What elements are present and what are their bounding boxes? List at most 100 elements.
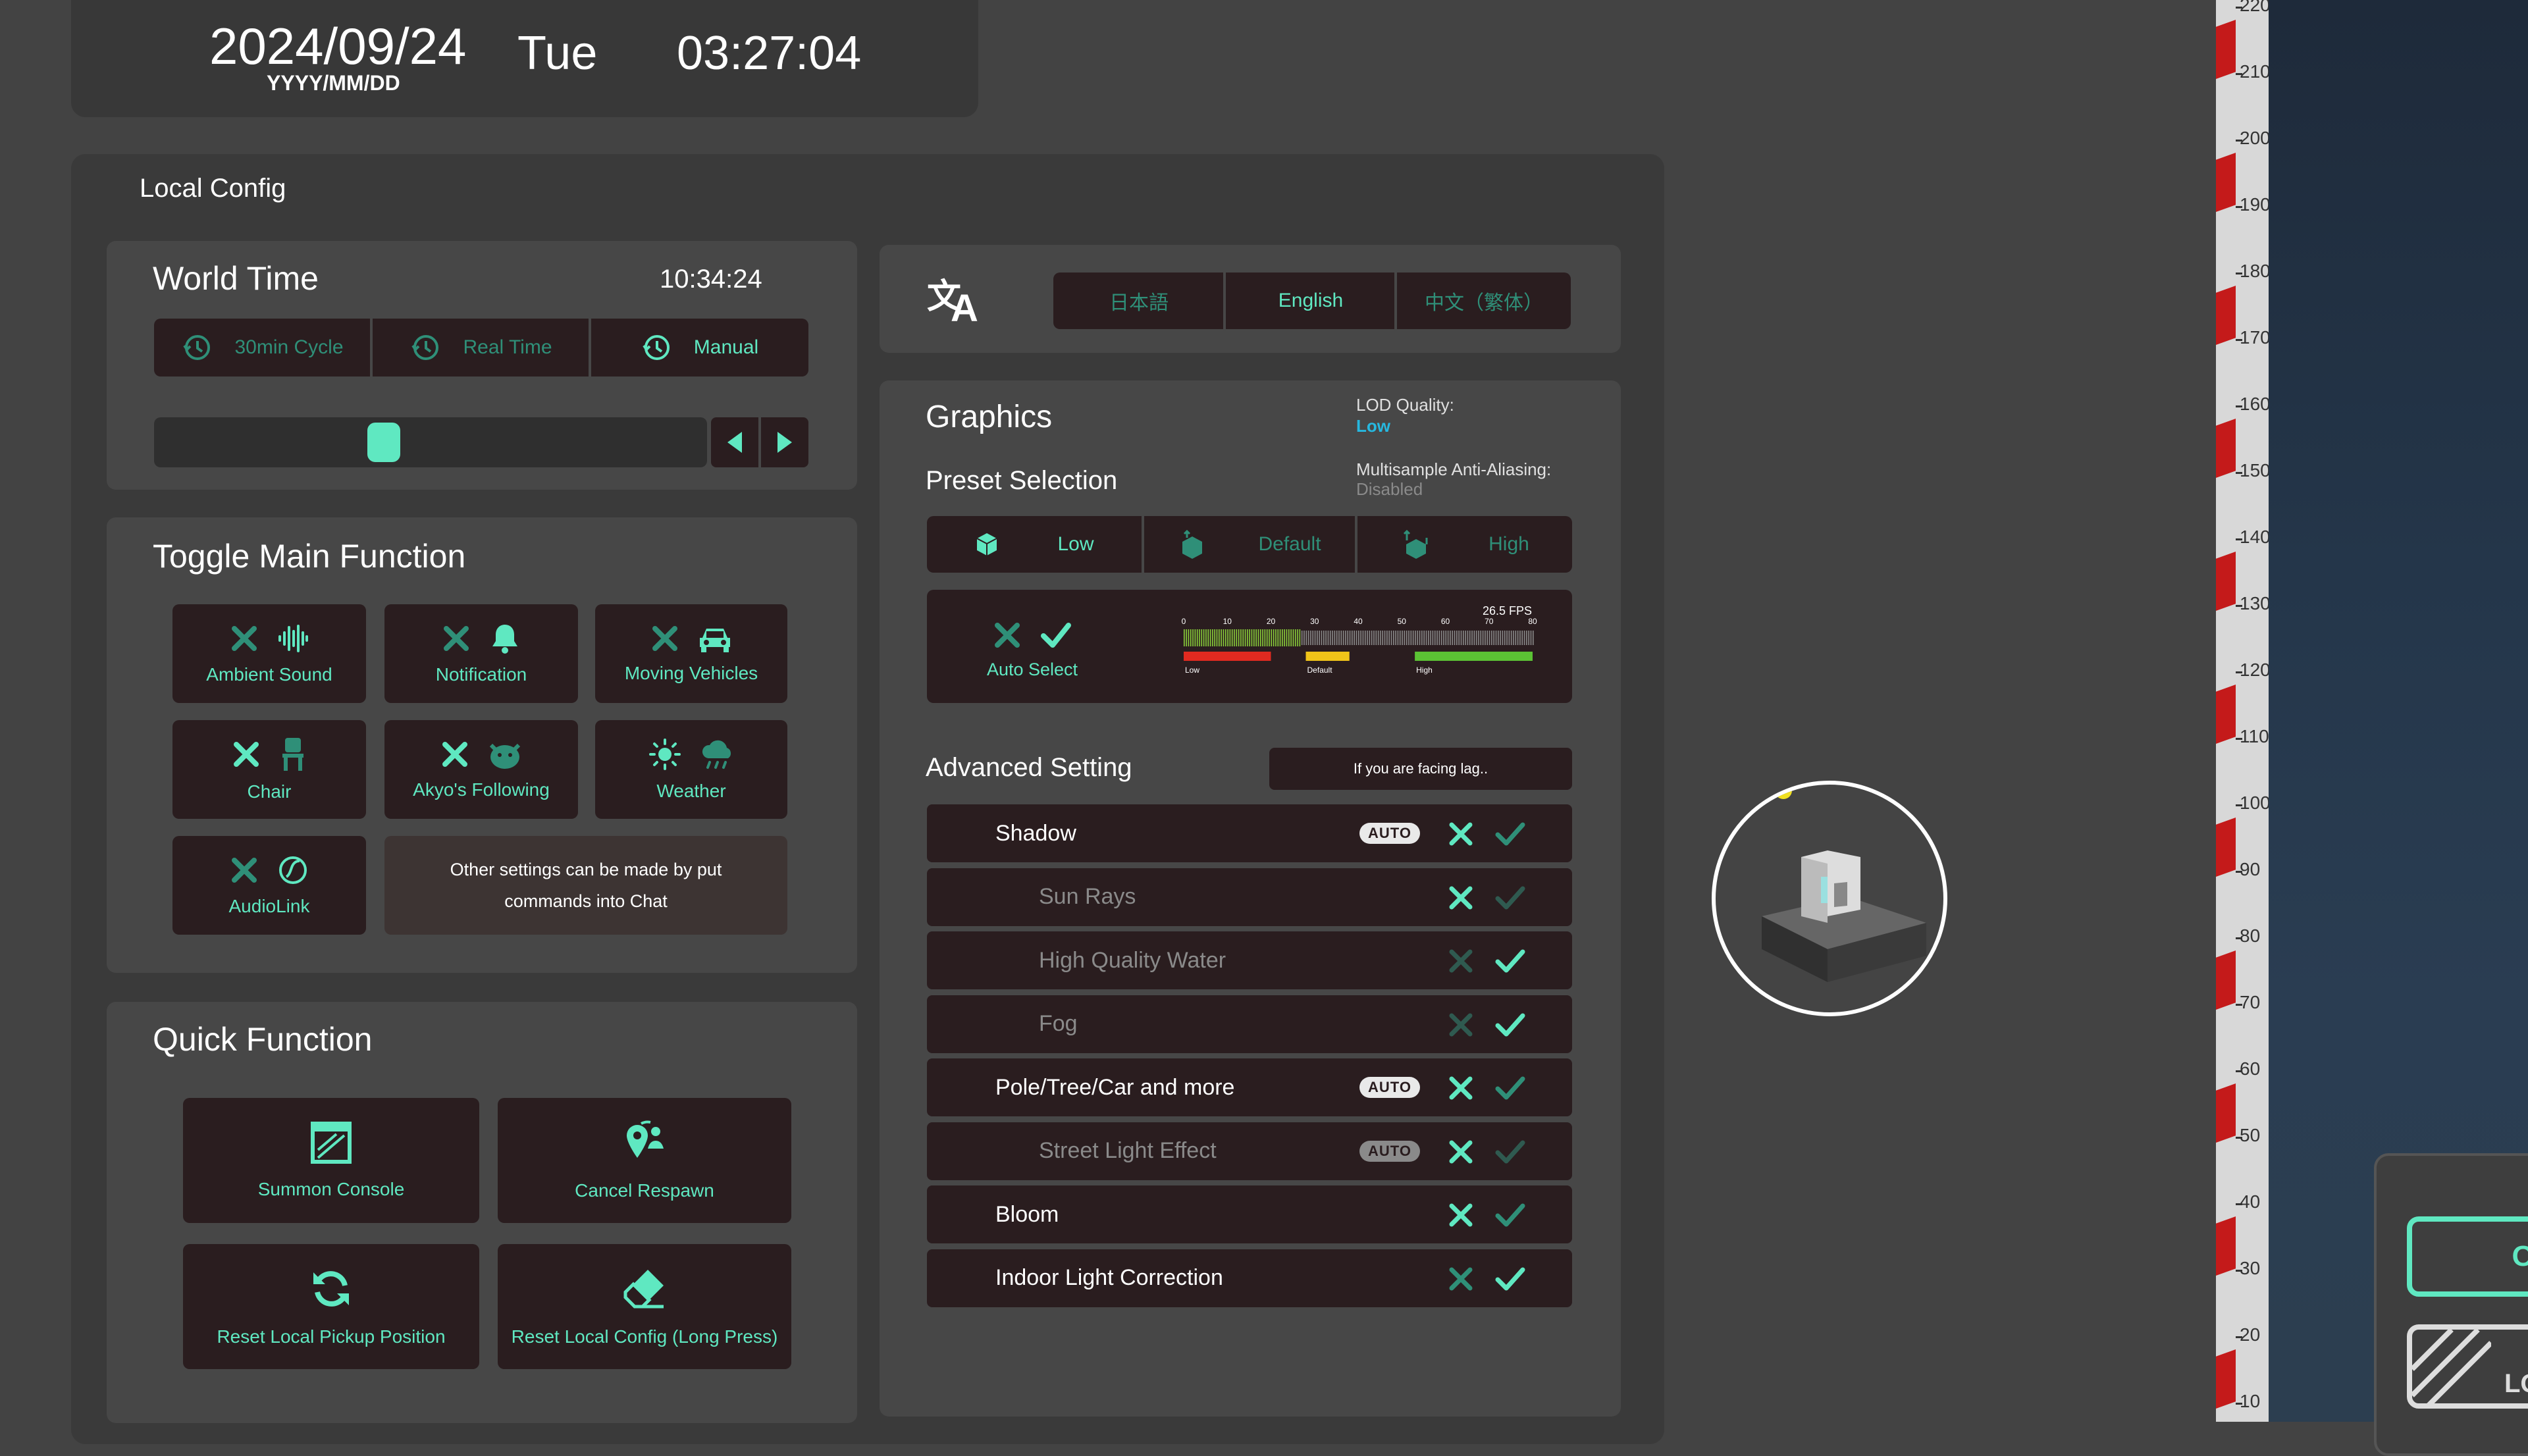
button-label: Reset Local Config (Long Press)	[511, 1326, 778, 1347]
auto-select-button[interactable]: Auto Select	[966, 607, 1098, 692]
x-icon[interactable]	[1447, 1138, 1475, 1166]
fps-bar	[1203, 629, 1205, 646]
fps-bar	[1395, 631, 1396, 645]
advanced-setting-row[interactable]: Bloom	[927, 1185, 1572, 1243]
fps-zone-label: High	[1416, 665, 1433, 675]
cube-tree-icon	[1182, 530, 1203, 559]
preset-default[interactable]: Default	[1144, 516, 1356, 573]
ruler-label: 220	[2240, 0, 2271, 15]
lag-hint-button[interactable]: If you are facing lag..	[1269, 748, 1572, 790]
check-icon[interactable]	[1494, 1011, 1526, 1039]
advanced-setting-row[interactable]: Indoor Light Correction	[927, 1249, 1572, 1307]
check-icon[interactable]	[1494, 1138, 1526, 1166]
x-icon[interactable]	[1447, 1011, 1475, 1039]
advanced-setting-row[interactable]: Fog	[927, 995, 1572, 1053]
sun-icon	[649, 739, 681, 770]
fps-bar	[1247, 629, 1248, 646]
language-panel: 文A 日本語 English 中文（繁体）	[880, 245, 1621, 353]
time-step-back-button[interactable]	[711, 417, 758, 467]
x-icon[interactable]	[1447, 884, 1475, 912]
advanced-setting-row[interactable]: Pole/Tree/Car and more AUTO	[927, 1058, 1572, 1116]
ruler-label: 170	[2240, 327, 2271, 348]
cancel-respawn-button[interactable]: Cancel Respawn	[498, 1098, 791, 1223]
world-time-panel: World Time 10:34:24 30min Cycle Real Tim…	[107, 241, 857, 490]
fps-bar	[1231, 629, 1233, 646]
ruler-label: 50	[2240, 1125, 2261, 1145]
reset-local-config-button[interactable]: Reset Local Config (Long Press)	[498, 1244, 791, 1369]
check-icon[interactable]	[1494, 1074, 1526, 1102]
fps-bar	[1227, 629, 1228, 646]
fps-tick-label: 0	[1182, 617, 1186, 626]
clock-history-icon	[182, 332, 212, 363]
advanced-setting-row[interactable]: Sun Rays	[927, 868, 1572, 926]
altitude-ruler: 220 210 200 190 180 170 160 150 140 130 120 110 100 9…	[2216, 0, 2271, 1422]
fps-bar	[1242, 629, 1244, 646]
fps-bar	[1495, 631, 1497, 645]
x-icon[interactable]	[1447, 947, 1475, 975]
check-icon	[1041, 622, 1071, 648]
x-icon[interactable]	[1447, 820, 1475, 848]
toggle-akyos-following[interactable]: Akyo's Following	[384, 720, 578, 819]
preset-high[interactable]: High	[1357, 516, 1572, 573]
summon-console-button[interactable]: Summon Console	[183, 1098, 479, 1223]
fps-bar	[1347, 631, 1349, 645]
setting-name: Sun Rays	[1039, 884, 1136, 909]
tile-label: Notification	[435, 664, 527, 685]
toggle-ambient-sound[interactable]: Ambient Sound	[172, 604, 366, 703]
x-icon	[442, 742, 467, 767]
x-icon[interactable]	[1447, 1074, 1475, 1102]
mode-30min-cycle[interactable]: 30min Cycle	[154, 319, 371, 377]
ruler-label: 110	[2240, 726, 2269, 746]
ruler-tick	[2236, 339, 2242, 341]
lq-toggle[interactable]: LQ	[2407, 1324, 2528, 1409]
fps-bar	[1249, 629, 1250, 646]
mode-manual[interactable]: Manual	[591, 319, 808, 377]
ruler-tick	[2236, 1070, 2242, 1072]
fps-bar	[1423, 631, 1425, 645]
check-icon[interactable]	[1494, 884, 1526, 912]
fps-bar	[1201, 629, 1203, 646]
ruler-labels: 220 210 200 190 180 170 160 150 140 130 120 110 100 9…	[2216, 0, 2271, 1422]
check-icon[interactable]	[1494, 1201, 1526, 1229]
check-icon[interactable]	[1494, 947, 1526, 975]
time-step-forward-button[interactable]	[761, 417, 808, 467]
fps-tick-label: 50	[1398, 617, 1407, 626]
time-slider-track[interactable]	[154, 417, 707, 467]
rain-cloud-icon	[702, 740, 731, 769]
ruler-tick	[2236, 1137, 2242, 1139]
toggle-weather[interactable]: Weather	[595, 720, 787, 819]
time-slider-handle[interactable]	[367, 423, 400, 462]
ruler-tick	[2236, 538, 2242, 540]
language-option-chinese[interactable]: 中文（繁体）	[1397, 273, 1571, 329]
fps-bar	[1430, 631, 1431, 645]
advanced-setting-row[interactable]: Street Light Effect AUTO	[927, 1122, 1572, 1180]
x-icon[interactable]	[1447, 1201, 1475, 1229]
toggle-chair[interactable]: Chair	[172, 720, 366, 819]
ruler-tick	[2236, 405, 2242, 407]
fps-bar	[1450, 631, 1451, 645]
reset-pickup-button[interactable]: Reset Local Pickup Position	[183, 1244, 479, 1369]
language-option-english[interactable]: English	[1226, 273, 1396, 329]
advanced-setting-row[interactable]: Shadow AUTO	[927, 804, 1572, 862]
x-icon[interactable]	[1447, 1265, 1475, 1293]
toggle-notification[interactable]: Notification	[384, 604, 578, 703]
fps-bar	[1304, 631, 1305, 645]
setting-name: Bloom	[995, 1201, 1059, 1227]
advanced-settings-list: Shadow AUTO Sun Rays High Quality Water Fog P…	[927, 804, 1572, 1307]
fps-bar	[1307, 631, 1309, 645]
mode-real-time[interactable]: Real Time	[373, 319, 590, 377]
fps-bar	[1223, 629, 1224, 646]
fps-zone-bar	[1305, 652, 1350, 661]
on-off-toggle[interactable]: OF	[2407, 1216, 2528, 1297]
fps-bar	[1428, 631, 1429, 645]
toggle-audiolink[interactable]: AudioLink	[172, 836, 366, 935]
fps-bar	[1473, 631, 1475, 645]
toggle-moving-vehicles[interactable]: Moving Vehicles	[595, 604, 787, 703]
x-icon	[444, 626, 469, 651]
preset-low[interactable]: Low	[927, 516, 1143, 573]
check-icon[interactable]	[1494, 820, 1526, 848]
check-icon[interactable]	[1494, 1265, 1526, 1293]
fps-bar	[1502, 631, 1504, 645]
language-option-japanese[interactable]: 日本語	[1053, 273, 1224, 329]
advanced-setting-row[interactable]: High Quality Water	[927, 931, 1572, 989]
